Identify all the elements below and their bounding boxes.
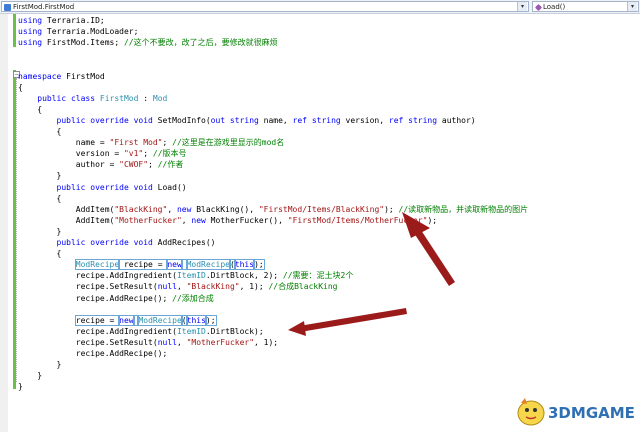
class-icon bbox=[4, 3, 11, 11]
type-dropdown-label: FirstMod.FirstMod bbox=[13, 3, 75, 11]
chevron-down-icon[interactable]: ▾ bbox=[517, 2, 527, 11]
type-dropdown[interactable]: FirstMod.FirstMod ▾ bbox=[1, 1, 529, 12]
navigation-bar: FirstMod.FirstMod ▾ Load() ▾ bbox=[0, 0, 640, 14]
arrow-head bbox=[288, 321, 306, 336]
code-editor[interactable]: − using Terraria.ID; using Terraria.ModLo… bbox=[0, 14, 640, 432]
annotation-arrow-lower bbox=[288, 308, 407, 336]
method-icon bbox=[534, 3, 543, 11]
arrow-shaft bbox=[299, 308, 407, 332]
member-dropdown[interactable]: Load() ▾ bbox=[532, 1, 639, 12]
watermark-text: 3DMGAME bbox=[548, 404, 635, 422]
chevron-down-icon[interactable]: ▾ bbox=[627, 2, 637, 11]
member-dropdown-label: Load() bbox=[543, 3, 566, 11]
